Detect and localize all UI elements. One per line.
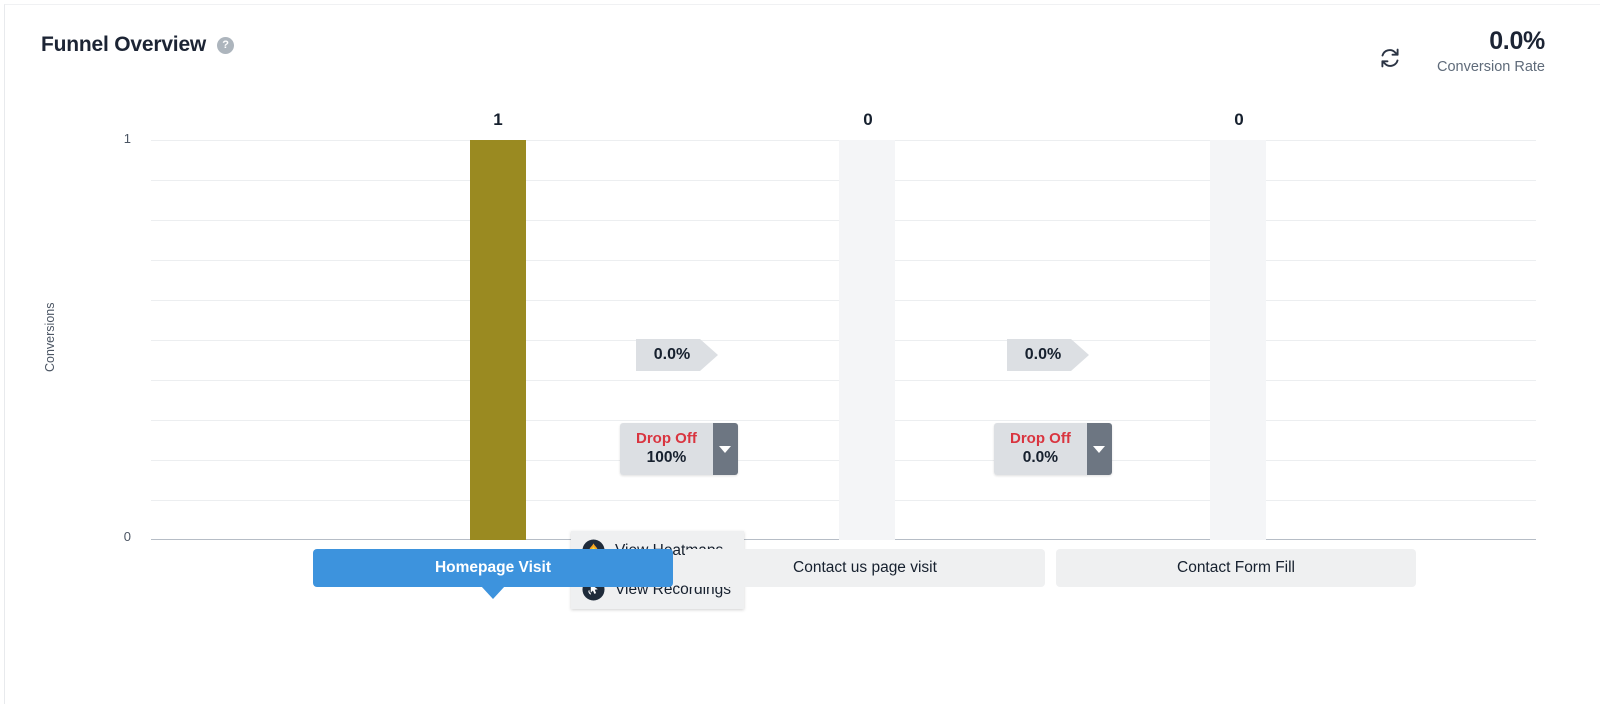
refresh-icon[interactable] <box>1375 43 1405 73</box>
conversion-rate-value: 0.0% <box>1489 27 1545 55</box>
drop-off-content-2: Drop Off 0.0% <box>994 423 1087 475</box>
drop-off-dropdown-button-2[interactable] <box>1086 423 1112 475</box>
y-axis-tick-bottom: 0 <box>123 529 131 544</box>
funnel-chart: Conversions 1 0 1 0 0 0.0% 0.0% Drop Off… <box>5 97 1600 609</box>
drop-off-content-1: Drop Off 100% <box>620 423 713 475</box>
step-button-contact-form-fill[interactable]: Contact Form Fill <box>1056 549 1416 587</box>
conversion-rate-label: Conversion Rate <box>1437 58 1545 75</box>
drop-off-label-2: Drop Off <box>1010 429 1071 447</box>
drop-off-value-1: 100% <box>646 449 687 467</box>
column-band-step2 <box>839 140 895 540</box>
chevron-down-icon <box>719 445 732 453</box>
plot-area: 1 0 0 0.0% 0.0% Drop Off 100% Drop Off 0… <box>151 110 1536 540</box>
column-value-step1: 1 <box>493 110 503 129</box>
funnel-step-buttons: Homepage Visit Contact us page visit Con… <box>5 545 1600 621</box>
title-group: Funnel Overview ? <box>41 33 235 57</box>
column-band-step3 <box>1210 140 1266 540</box>
drop-off-value-2: 0.0% <box>1022 449 1059 467</box>
conversion-arrow-badge-1: 0.0% <box>636 339 718 371</box>
y-axis-tick-top: 1 <box>123 131 131 146</box>
column-value-step3: 0 <box>1234 110 1244 129</box>
page-title: Funnel Overview <box>41 33 207 56</box>
conversion-rate-group: 0.0% Conversion Rate <box>1437 27 1545 75</box>
column-value-step2: 0 <box>863 110 873 129</box>
drop-off-box-2[interactable]: Drop Off 0.0% <box>994 423 1112 475</box>
chevron-down-icon <box>1093 445 1106 453</box>
drop-off-dropdown-button-1[interactable] <box>712 423 738 475</box>
drop-off-box-1[interactable]: Drop Off 100% <box>620 423 738 475</box>
step-button-homepage-visit[interactable]: Homepage Visit <box>313 549 673 587</box>
y-axis-label: Conversions <box>43 302 57 372</box>
active-step-caret-icon <box>481 586 505 599</box>
bar-step1[interactable] <box>470 140 526 540</box>
question-mark-icon[interactable]: ? <box>217 36 235 54</box>
drop-off-label-1: Drop Off <box>636 429 697 447</box>
conversion-arrow-badge-2: 0.0% <box>1007 339 1089 371</box>
card-header: Funnel Overview ? 0.0% Conversion Rate <box>5 5 1600 97</box>
step-button-contact-us-page-visit[interactable]: Contact us page visit <box>685 549 1045 587</box>
funnel-overview-card: Funnel Overview ? 0.0% Conversion Rate C… <box>4 4 1600 704</box>
